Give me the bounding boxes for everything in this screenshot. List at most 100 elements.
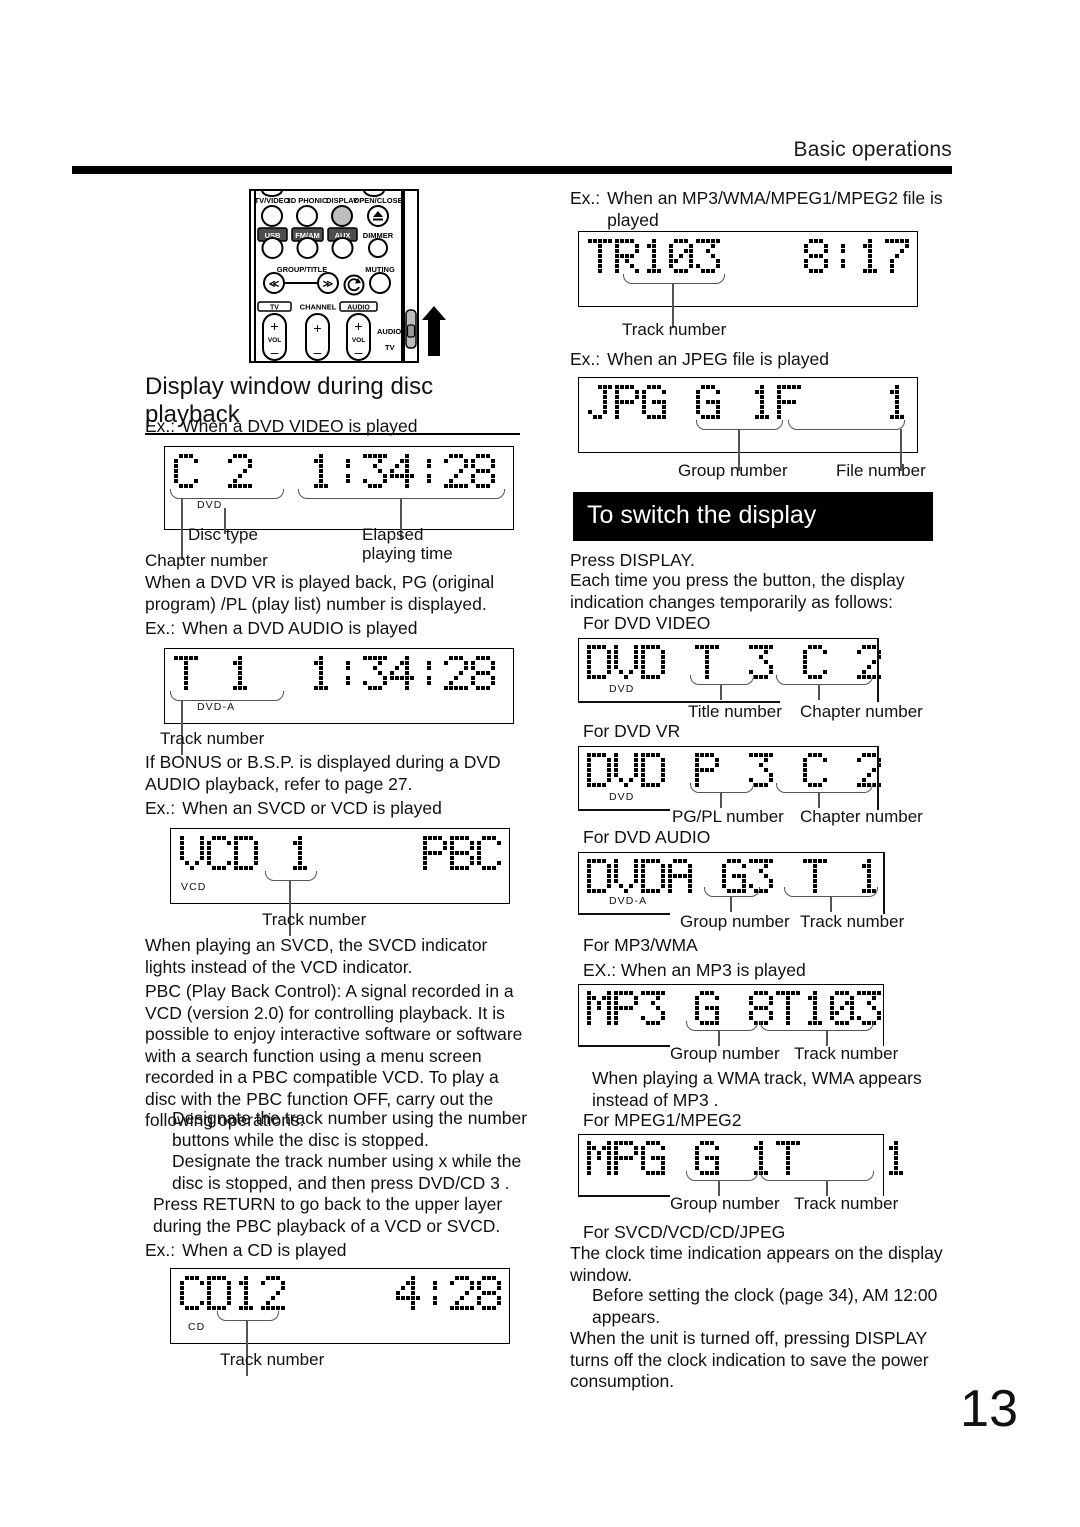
svg-text:AUDIO: AUDIO <box>377 327 401 336</box>
example-dvd-audio: Ex.: When a DVD AUDIO is played <box>145 618 535 640</box>
dot-matrix-char <box>668 645 692 679</box>
header-rule <box>72 166 952 174</box>
brace-track <box>170 691 284 701</box>
dot-matrix-char <box>315 836 339 870</box>
dot-matrix-text <box>587 1141 911 1175</box>
display-vcd: VCD <box>170 828 510 904</box>
dot-matrix-text <box>587 753 884 787</box>
note-bonus: If BONUS or B.S.P. is displayed during a… <box>145 752 501 794</box>
dot-matrix-char <box>695 991 719 1025</box>
dot-matrix-char <box>804 239 828 273</box>
dot-matrix-char <box>261 1276 285 1310</box>
dot-matrix-char <box>722 645 746 679</box>
dot-matrix-char <box>722 991 746 1025</box>
dot-matrix-char <box>668 859 692 893</box>
dot-matrix-char <box>776 753 800 787</box>
dot-matrix-char <box>749 753 773 787</box>
callout-track-number: Track number <box>794 1044 899 1063</box>
dot-matrix-char <box>342 836 366 870</box>
dot-matrix-char <box>207 1276 231 1310</box>
dot-matrix-char <box>723 239 747 273</box>
intro-press-display: Press DISPLAY. <box>570 550 695 570</box>
dot-matrix-text <box>587 991 884 1025</box>
dot-matrix-char <box>450 1276 474 1310</box>
dot-matrix-char <box>668 753 692 787</box>
dot-matrix-char <box>830 645 854 679</box>
note-before-clock: Before setting the clock (page 34), AM 1… <box>592 1285 938 1327</box>
svg-text:AUDIO: AUDIO <box>347 305 370 312</box>
example-jpeg: Ex.: When an JPEG file is played <box>570 349 965 371</box>
dot-matrix-char <box>615 239 639 273</box>
brace-file <box>788 420 905 430</box>
dot-matrix-char <box>234 836 258 870</box>
callout-group-number: Group number <box>670 1194 780 1213</box>
svg-text:–: – <box>314 344 322 360</box>
display-mp3-switch-wrap <box>578 984 884 1047</box>
callout-file-number: File number <box>836 461 926 480</box>
callout-track-number: Track number <box>220 1350 325 1369</box>
dot-matrix-char <box>885 385 909 419</box>
dot-matrix-char <box>830 753 854 787</box>
dot-matrix-char <box>804 385 828 419</box>
dot-matrix-char <box>423 1276 447 1310</box>
callout-title-number: Title number <box>688 702 782 721</box>
dot-matrix-text <box>174 656 498 690</box>
dot-matrix-char <box>668 991 692 1025</box>
dot-matrix-char <box>803 645 827 679</box>
dot-matrix-char <box>857 1141 881 1175</box>
example-mp3-played: EX.: When an MP3 is played <box>583 960 806 980</box>
label-for-svcd: For SVCD/VCD/CD/JPEG <box>583 1222 786 1242</box>
svg-text:TV/VIDEO: TV/VIDEO <box>254 196 289 205</box>
dot-matrix-char <box>587 859 611 893</box>
dot-matrix-char <box>477 1276 501 1310</box>
display-mp3-switch <box>578 984 884 1046</box>
dot-matrix-char <box>777 239 801 273</box>
dot-matrix-char <box>776 645 800 679</box>
dot-matrix-char <box>588 385 612 419</box>
display-dvd-audio: DVD-A <box>164 648 514 724</box>
svg-text:+: + <box>270 318 278 334</box>
dot-matrix-char <box>722 1141 746 1175</box>
label-for-dvd-video: For DVD VIDEO <box>583 613 711 633</box>
dot-matrix-char <box>614 859 638 893</box>
dot-matrix-char <box>234 1276 258 1310</box>
brace-group <box>686 1171 758 1181</box>
dot-matrix-text <box>587 645 884 679</box>
callout-track-number: Track number <box>622 320 727 339</box>
indicator-dvd: DVD <box>197 499 223 511</box>
dot-matrix-char <box>255 454 279 488</box>
dot-matrix-char <box>255 656 279 690</box>
callout-group-number: Group number <box>670 1044 780 1063</box>
dot-matrix-char <box>444 656 468 690</box>
callout-elapsed-2: playing time <box>362 544 453 563</box>
label-for-dvd-vr: For DVD VR <box>583 721 681 741</box>
callout-chapter-number: Chapter number <box>145 551 268 570</box>
indicator-dvd: DVD <box>609 791 635 803</box>
dot-matrix-char <box>363 454 387 488</box>
brace-track <box>217 1311 279 1321</box>
svg-text:TV: TV <box>270 305 279 312</box>
dot-matrix-char <box>858 385 882 419</box>
dot-matrix-char <box>749 1141 773 1175</box>
dot-matrix-char <box>695 1141 719 1175</box>
svg-text:+: + <box>313 320 321 336</box>
brace-track <box>760 1171 874 1181</box>
dot-matrix-char <box>749 645 773 679</box>
example-text-line1: When an MP3/WMA/MPEG1/MPEG2 file is <box>607 188 943 208</box>
example-label: Ex.: <box>145 1240 176 1260</box>
dot-matrix-char <box>180 836 204 870</box>
intro-each-time: Each time you press the button, the disp… <box>570 570 905 612</box>
dot-matrix-char <box>696 239 720 273</box>
brace-track <box>760 1021 874 1031</box>
dot-matrix-char <box>309 454 333 488</box>
dot-matrix-char <box>614 645 638 679</box>
dot-matrix-char <box>282 656 306 690</box>
leader-chapter <box>818 684 820 700</box>
note-return: Press RETURN to go back to the upper lay… <box>153 1194 503 1236</box>
svg-text:VOL: VOL <box>268 337 281 344</box>
display-tr-wrap <box>578 231 918 328</box>
dot-matrix-char <box>695 753 719 787</box>
dot-matrix-text <box>180 836 504 870</box>
dot-matrix-char <box>444 454 468 488</box>
dot-matrix-char <box>207 836 231 870</box>
